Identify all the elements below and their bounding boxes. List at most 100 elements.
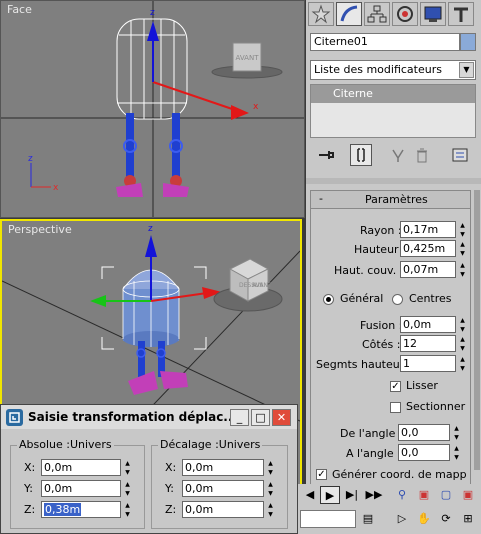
next-frame-icon[interactable]: ▶| (342, 486, 362, 504)
height-segments-label: Segmts hauteur : (316, 358, 412, 371)
off-z-spinner[interactable]: ▲ ▼ (265, 501, 276, 519)
smooth-checkbox[interactable]: ✓ (390, 381, 401, 392)
abs-y-field[interactable]: 0,0m (41, 480, 121, 497)
offset-group-title: Décalage :Univers (158, 438, 263, 451)
object-name-field[interactable]: Citerne01 (310, 33, 460, 51)
modifier-stack: Citerne (310, 84, 476, 138)
prev-frame-icon[interactable]: ◀ (300, 486, 320, 504)
radio-general[interactable] (323, 294, 334, 305)
minimize-icon[interactable]: _ (230, 409, 249, 426)
rollout-collapse-icon[interactable]: - (319, 192, 323, 205)
modify-tab-icon[interactable] (336, 2, 362, 26)
off-y-spinner[interactable]: ▲ ▼ (265, 480, 276, 498)
abs-z-selected-text: 0,38m (44, 503, 82, 516)
radius-spinner[interactable]: ▲ ▼ (457, 221, 468, 239)
svg-text:z: z (148, 224, 153, 234)
zoom-extents-all-icon[interactable]: ▣ (458, 486, 478, 504)
slice-to-spinner[interactable]: ▲ ▼ (451, 444, 462, 462)
frame-field[interactable] (300, 510, 356, 528)
gen-mapping-label: Générer coord. de mapping (332, 468, 466, 480)
height-segments-spinner[interactable]: ▲ ▼ (457, 355, 468, 373)
stack-item-citerne[interactable]: Citerne (311, 85, 475, 103)
motion-tab-icon[interactable] (392, 2, 418, 26)
abs-z-field[interactable]: 0,38m (41, 501, 121, 518)
radius-field[interactable]: 0,17m (400, 221, 456, 238)
rollout-title: Paramètres (365, 193, 428, 206)
smooth-label: Lisser (406, 379, 438, 392)
cap-height-field[interactable]: 0,07m (400, 261, 456, 278)
abs-x-spinner[interactable]: ▲ ▼ (122, 459, 133, 477)
play-icon[interactable]: ▶ (320, 486, 340, 504)
off-y-field[interactable]: 0,0m (182, 480, 264, 497)
configure-sets-icon[interactable] (450, 146, 470, 164)
create-tab-icon[interactable] (308, 2, 334, 26)
slice-to-field[interactable]: 0,0 (398, 444, 450, 461)
maximize-icon[interactable]: □ (251, 409, 270, 426)
height-spinner[interactable]: ▲ ▼ (457, 240, 468, 258)
chevron-down-icon[interactable]: ▼ (459, 62, 474, 78)
zoom-icon[interactable]: ⚲ (392, 486, 412, 504)
fov-icon[interactable]: ▷ (392, 510, 412, 528)
svg-text:z: z (150, 8, 155, 18)
remove-modifier-icon[interactable] (412, 146, 432, 164)
gen-mapping-row[interactable]: ✓ Générer coord. de mapping (316, 466, 466, 480)
time-config-icon[interactable]: ▤ (358, 510, 378, 528)
pan-icon[interactable]: ✋ (414, 510, 434, 528)
cap-height-spinner[interactable]: ▲ ▼ (457, 261, 468, 279)
height-segments-field[interactable]: 1 (400, 355, 456, 372)
svg-text:x: x (53, 183, 59, 193)
abs-z-spinner[interactable]: ▲ ▼ (122, 501, 133, 519)
modifier-list-label: Liste des modificateurs (314, 63, 442, 76)
absolute-group-title: Absolue :Univers (17, 438, 114, 451)
pin-stack-icon[interactable] (316, 146, 336, 164)
blend-field[interactable]: 0,0m (400, 316, 456, 333)
slice-from-field[interactable]: 0,0 (398, 424, 450, 441)
height-label: Hauteur : (354, 243, 406, 256)
maximize-viewport-icon[interactable]: ⊞ (458, 510, 478, 528)
zoom-extents-icon[interactable]: ▢ (436, 486, 456, 504)
end-frame-icon[interactable]: ▶▶ (364, 486, 384, 504)
slice-to-label: A l'angle : (346, 447, 401, 460)
gen-mapping-checkbox[interactable]: ✓ (316, 469, 327, 480)
cap-height-label: Haut. couv. : (334, 264, 404, 277)
viewport-front[interactable]: Face x z AVANT z x (0, 0, 305, 218)
rollout-header[interactable]: - Paramètres (311, 191, 470, 209)
svg-text:x: x (253, 102, 259, 112)
app-icon (6, 409, 23, 426)
off-z-label: Z: (165, 503, 177, 516)
persp-viewcube-label-2: AVANT (252, 282, 272, 289)
slice-on-checkbox[interactable] (390, 402, 401, 413)
radio-general-label: Général (340, 292, 384, 305)
zoom-all-icon[interactable]: ▣ (414, 486, 434, 504)
front-scene: x z AVANT z x (1, 1, 304, 217)
object-color-swatch[interactable] (460, 33, 476, 51)
show-end-result-icon[interactable] (350, 144, 372, 166)
orbit-icon[interactable]: ⟳ (436, 510, 456, 528)
blend-label: Fusion : (360, 319, 403, 332)
off-x-field[interactable]: 0,0m (182, 459, 264, 476)
off-z-field[interactable]: 0,0m (182, 501, 264, 518)
utilities-tab-icon[interactable] (448, 2, 474, 26)
sides-label: Côtés : (362, 338, 401, 351)
dialog-title-bar[interactable]: Saisie transformation déplac... _ □ ✕ (1, 405, 297, 429)
slice-from-spinner[interactable]: ▲ ▼ (451, 424, 462, 442)
abs-x-label: X: (24, 461, 36, 474)
off-x-spinner[interactable]: ▲ ▼ (265, 459, 276, 477)
radio-centres-label: Centres (409, 292, 452, 305)
close-icon[interactable]: ✕ (272, 409, 291, 426)
sides-field[interactable]: 12 (400, 335, 456, 352)
abs-y-label: Y: (24, 482, 33, 495)
height-field[interactable]: 0,425m (400, 240, 456, 257)
slice-from-label: De l'angle : (340, 427, 403, 440)
modifier-list-dropdown[interactable]: Liste des modificateurs ▼ (310, 60, 476, 80)
hierarchy-tab-icon[interactable] (364, 2, 390, 26)
blend-spinner[interactable]: ▲ ▼ (457, 316, 468, 334)
display-tab-icon[interactable] (420, 2, 446, 26)
abs-x-field[interactable]: 0,0m (41, 459, 121, 476)
abs-y-spinner[interactable]: ▲ ▼ (122, 480, 133, 498)
sides-spinner[interactable]: ▲ ▼ (457, 335, 468, 353)
dialog-title: Saisie transformation déplac... (28, 410, 237, 424)
make-unique-icon[interactable] (388, 146, 408, 164)
radio-centres[interactable] (392, 294, 403, 305)
panel-scrollbar[interactable] (474, 190, 480, 470)
